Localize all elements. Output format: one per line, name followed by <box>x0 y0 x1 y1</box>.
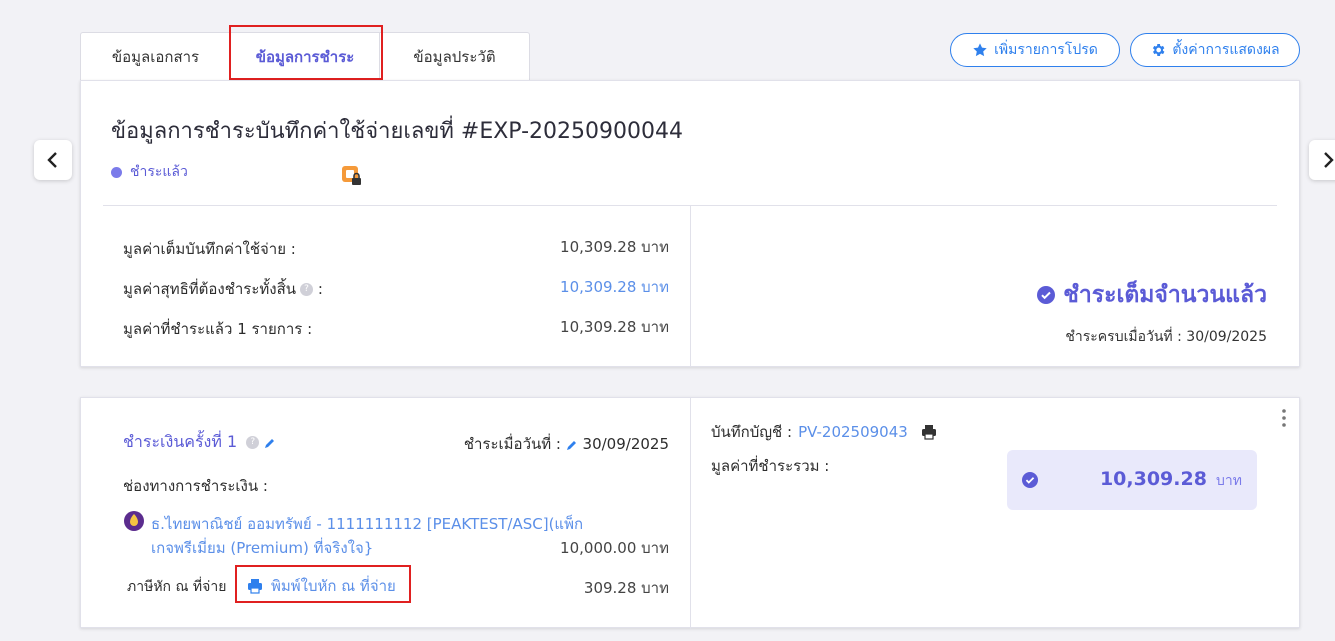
page-title: ข้อมูลการชำระบันทึกค่าใช้จ่ายเลขที่ #EXP… <box>111 119 683 144</box>
payment-date: ชำระเมื่อวันที่ : 30/09/2025 <box>463 435 669 453</box>
printer-icon[interactable] <box>920 424 938 440</box>
tab-bar: ข้อมูลเอกสาร ข้อมูลการชำระ ข้อมูลประวัติ <box>80 32 530 81</box>
print-wht-button[interactable]: พิมพ์ใบหัก ณ ที่จ่าย <box>247 574 396 598</box>
voucher-info: บันทึกบัญชี : PV-202509043 <box>711 420 938 444</box>
voucher-link[interactable]: PV-202509043 <box>798 423 908 441</box>
tab-payment-info[interactable]: ข้อมูลการชำระ <box>230 32 380 81</box>
net-value-label: มูลค่าสุทธิที่ต้องชำระทั้งสิ้น? : <box>123 280 323 298</box>
net-value-amount: 10,309.28 บาท <box>560 278 669 296</box>
edit-icon[interactable] <box>264 437 276 449</box>
bank-account-link[interactable]: ธ.ไทยพาณิชย์ ออมทรัพย์ - 1111111112 [PEA… <box>151 512 583 560</box>
help-icon[interactable]: ? <box>300 283 314 296</box>
divider <box>690 205 691 367</box>
help-icon[interactable]: ? <box>246 436 260 449</box>
paid-value-amount: 10,309.28 บาท <box>560 318 669 336</box>
paid-full-status: ชำระเต็มจำนวนแล้ว <box>1037 277 1267 313</box>
bank-amount: 10,000.00 บาท <box>560 539 669 557</box>
total-paid-label: มูลค่าที่ชำระรวม : <box>711 457 830 475</box>
tab-history-info[interactable]: ข้อมูลประวัติ <box>380 32 530 81</box>
add-favorite-button[interactable]: เพิ่มรายการโปรด <box>950 33 1120 67</box>
display-settings-button[interactable]: ตั้งค่าการแสดงผล <box>1130 33 1300 67</box>
more-options-icon[interactable] <box>1281 408 1287 428</box>
paid-complete-date: ชำระครบเมื่อวันที่ : 30/09/2025 <box>1065 329 1267 345</box>
status-badge: ชำระแล้ว <box>111 161 188 183</box>
printer-icon <box>248 579 262 594</box>
previous-document-button[interactable] <box>34 140 72 180</box>
withholding-tax-label: ภาษีหัก ณ ที่จ่าย <box>127 579 227 595</box>
paid-value-label: มูลค่าที่ชำระแล้ว 1 รายการ : <box>123 320 313 338</box>
check-circle-icon <box>1037 286 1056 304</box>
full-value-amount: 10,309.28 บาท <box>560 238 669 256</box>
chevron-right-icon <box>1324 152 1334 168</box>
chevron-left-icon <box>47 152 57 168</box>
withholding-tax-amount: 309.28 บาท <box>583 579 669 597</box>
total-paid-amount: 10,309.28 บาท <box>1099 468 1242 490</box>
gear-icon <box>1153 44 1165 56</box>
check-circle-icon <box>1022 472 1038 488</box>
edit-icon[interactable] <box>566 439 578 451</box>
status-dot-icon <box>111 166 122 178</box>
star-icon <box>973 43 987 57</box>
total-paid-box: 10,309.28 บาท <box>1007 450 1257 510</box>
full-value-label: มูลค่าเต็มบันทึกค่าใช้จ่าย : <box>123 240 296 258</box>
tab-document-info[interactable]: ข้อมูลเอกสาร <box>80 32 230 81</box>
bank-logo-icon <box>124 511 144 531</box>
payment-summary-card: ข้อมูลการชำระบันทึกค่าใช้จ่ายเลขที่ #EXP… <box>80 80 1300 367</box>
payment-title: ชำระเงินครั้งที่ 1 ? <box>123 430 276 455</box>
divider <box>690 398 691 629</box>
payment-detail-card: ชำระเงินครั้งที่ 1 ? ชำระเมื่อวันที่ : 3… <box>80 397 1300 629</box>
locked-document-icon <box>342 166 361 185</box>
next-document-button[interactable] <box>1309 140 1335 180</box>
payment-channel-label: ช่องทางการชำระเงิน : <box>123 477 268 495</box>
